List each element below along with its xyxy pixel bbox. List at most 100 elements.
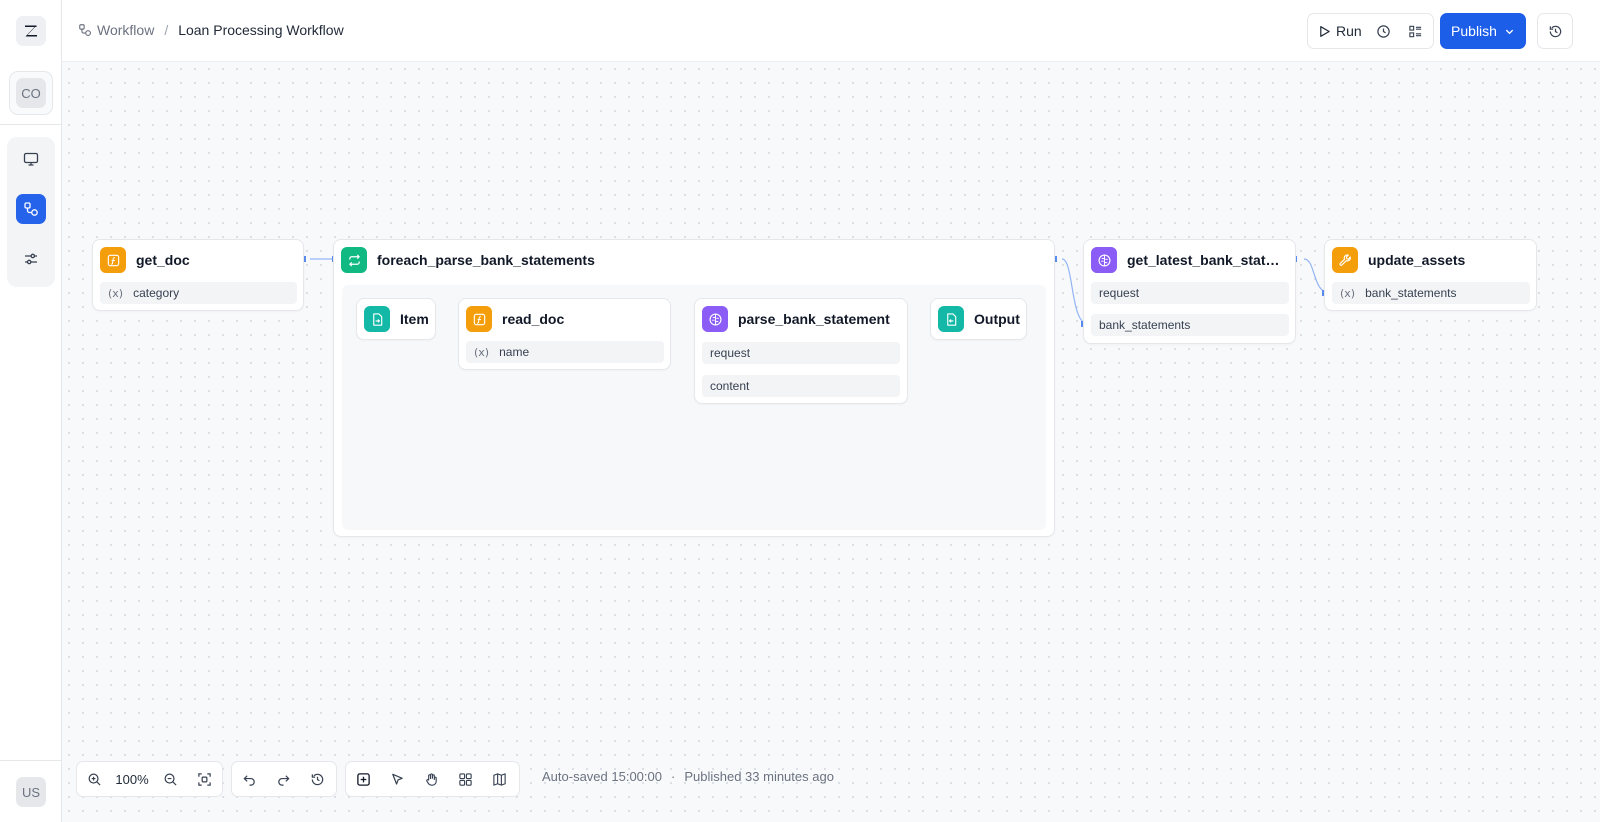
version-history-button[interactable] (1537, 13, 1573, 49)
node-output[interactable]: Output (930, 298, 1027, 340)
node-header: get_doc (100, 247, 190, 273)
node-title: foreach_parse_bank_statements (377, 252, 595, 268)
run-history-button[interactable] (1368, 14, 1400, 48)
workflow-icon (79, 24, 91, 36)
undo-icon (242, 774, 255, 786)
status-separator: · (670, 769, 676, 784)
breadcrumb-workflow-link[interactable]: Workflow (97, 22, 154, 38)
map-icon (492, 772, 506, 786)
zoom-level[interactable]: 100% (111, 772, 153, 787)
clock-icon (1377, 24, 1390, 38)
sidebar-item-monitor[interactable] (16, 144, 46, 174)
workflow-icon (24, 202, 38, 216)
run-label: Run (1336, 23, 1362, 39)
rail-divider (0, 124, 61, 125)
undo-button[interactable] (232, 762, 266, 796)
add-node-button[interactable] (346, 762, 380, 796)
param-label: request (1099, 286, 1140, 300)
hand-tool-button[interactable] (414, 762, 448, 796)
add-node-icon (356, 772, 370, 786)
wrench-icon (1332, 247, 1358, 273)
history-controls (231, 761, 337, 797)
node-header: Item (364, 306, 429, 332)
publish-label: Publish (1451, 23, 1497, 39)
zoom-in-icon (88, 773, 101, 786)
change-history-button[interactable] (300, 762, 334, 796)
node-item[interactable]: Item (356, 298, 436, 340)
breadcrumb-separator: / (164, 22, 169, 38)
node-update-assets[interactable]: update_assets (x) bank_statements (1324, 239, 1537, 311)
zoom-out-icon (164, 773, 177, 786)
param-label: content (710, 379, 750, 393)
loop-icon (341, 247, 367, 273)
pointer-tool-button[interactable] (380, 762, 414, 796)
breadcrumb: Workflow / Loan Processing Workflow (78, 22, 344, 38)
param-label: bank_statements (1099, 318, 1191, 332)
handle-foreach-out (1055, 256, 1057, 262)
param-label: category (133, 286, 180, 300)
node-title: read_doc (502, 311, 565, 327)
breadcrumb-current: Loan Processing Workflow (178, 22, 344, 38)
top-header: Workflow / Loan Processing Workflow Run … (62, 0, 1600, 62)
brain-icon (1091, 247, 1117, 273)
node-get-latest-bank-statements[interactable]: get_latest_bank_statements request bank_… (1083, 239, 1296, 344)
node-title: Item (400, 311, 429, 327)
sliders-icon (25, 253, 37, 265)
zoom-out-button[interactable] (153, 762, 187, 796)
zoom-in-button[interactable] (77, 762, 111, 796)
node-title: update_assets (1368, 252, 1466, 268)
rail-divider-bottom (0, 760, 61, 761)
canvas-tools (345, 761, 520, 797)
history-icon (311, 773, 323, 785)
node-title: get_latest_bank_statements (1127, 252, 1287, 268)
brain-icon (702, 306, 728, 332)
sidebar-item-workflows[interactable] (16, 194, 46, 224)
checklist-icon (1409, 25, 1422, 37)
fit-view-icon (197, 772, 211, 786)
node-param: request (1091, 282, 1289, 304)
node-parse-bank-statement[interactable]: parse_bank_statement request content (694, 298, 908, 404)
autosave-status: Auto-saved 15:00:00 (542, 769, 662, 784)
play-icon (1320, 25, 1330, 37)
publish-status: Published 33 minutes ago (684, 769, 834, 784)
file-output-icon (938, 306, 964, 332)
save-status: Auto-saved 15:00:00 · Published 33 minutes… (542, 769, 834, 784)
node-header: Output (938, 306, 1020, 332)
node-header: read_doc (466, 306, 564, 332)
publish-button[interactable]: Publish (1440, 13, 1526, 49)
workflow-canvas[interactable]: get_doc (x) category foreach_parse_bank_… (62, 62, 1600, 822)
app-logo[interactable] (16, 16, 46, 46)
hand-icon (425, 772, 437, 786)
chevron-down-icon (1505, 29, 1514, 34)
fit-view-button[interactable] (187, 762, 221, 796)
node-get-doc[interactable]: get_doc (x) category (92, 239, 304, 311)
node-header: update_assets (1332, 247, 1465, 273)
minimap-button[interactable] (482, 762, 516, 796)
organize-layout-button[interactable] (448, 762, 482, 796)
node-read-doc[interactable]: read_doc (x) name (458, 298, 671, 370)
run-button[interactable]: Run (1308, 14, 1362, 48)
workspace-avatar[interactable]: CO (9, 71, 53, 115)
checklist-button[interactable] (1400, 14, 1432, 48)
workspace-avatar-initials: CO (16, 78, 46, 108)
redo-icon (277, 774, 290, 786)
node-title: get_doc (136, 252, 190, 268)
variable-icon: (x) (1340, 286, 1356, 300)
user-avatar-initials: US (16, 777, 46, 807)
node-param: bank_statements (1091, 314, 1289, 336)
brand-z-logo-icon (25, 25, 37, 37)
redo-button[interactable] (266, 762, 300, 796)
sidebar-item-settings[interactable] (16, 244, 46, 274)
variable-icon: (x) (474, 345, 490, 359)
run-toolbar: Run (1307, 13, 1434, 49)
layout-grid-icon (458, 772, 472, 786)
user-avatar[interactable]: US (9, 770, 53, 814)
node-title: parse_bank_statement (738, 311, 890, 327)
node-title: Output (974, 311, 1020, 327)
param-label: request (710, 346, 751, 360)
node-param: (x) category (100, 282, 297, 304)
function-icon (100, 247, 126, 273)
handle-get-doc-out (304, 256, 306, 262)
node-param: request (702, 342, 900, 364)
node-header: foreach_parse_bank_statements (341, 247, 595, 273)
